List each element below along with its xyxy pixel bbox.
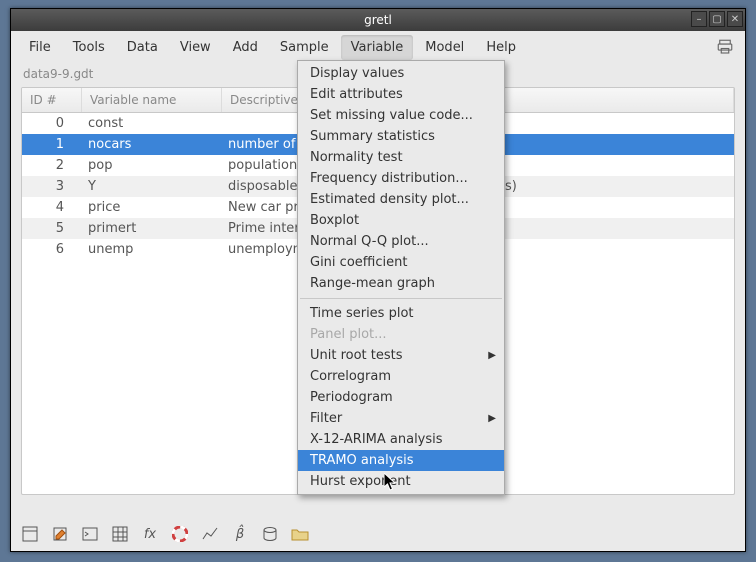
col-name[interactable]: Variable name: [82, 88, 222, 112]
cell-name: const: [82, 116, 222, 131]
menu-item-unit-root-tests[interactable]: Unit root tests▶: [298, 345, 504, 366]
cell-name: unemp: [82, 242, 222, 257]
menu-item-edit-attributes[interactable]: Edit attributes: [298, 84, 504, 105]
calculator-icon[interactable]: [21, 525, 39, 543]
menu-item-panel-plot: Panel plot...: [298, 324, 504, 345]
cell-name: Y: [82, 179, 222, 194]
menu-item-gini-coefficient[interactable]: Gini coefficient: [298, 252, 504, 273]
cell-id: 3: [22, 179, 82, 194]
submenu-arrow-icon: ▶: [488, 350, 496, 361]
cell-id: 1: [22, 137, 82, 152]
window-title: gretl: [364, 13, 392, 27]
menu-item-range-mean-graph[interactable]: Range-mean graph: [298, 273, 504, 294]
menu-item-display-values[interactable]: Display values: [298, 63, 504, 84]
menu-sample[interactable]: Sample: [270, 35, 339, 60]
menubar: FileToolsDataViewAddSampleVariableModelH…: [11, 31, 745, 63]
cell-id: 5: [22, 221, 82, 236]
menu-item-set-missing-value-code[interactable]: Set missing value code...: [298, 105, 504, 126]
fx-icon[interactable]: fx: [141, 525, 159, 543]
edit-icon[interactable]: [51, 525, 69, 543]
print-icon[interactable]: [715, 38, 737, 56]
menu-item-frequency-distribution[interactable]: Frequency distribution...: [298, 168, 504, 189]
menu-variable[interactable]: Variable: [341, 35, 414, 60]
titlebar: gretl – ▢ ✕: [11, 9, 745, 31]
menu-item-boxplot[interactable]: Boxplot: [298, 210, 504, 231]
menu-help[interactable]: Help: [476, 35, 526, 60]
menu-item-estimated-density-plot[interactable]: Estimated density plot...: [298, 189, 504, 210]
database-icon[interactable]: [261, 525, 279, 543]
menu-item-periodogram[interactable]: Periodogram: [298, 387, 504, 408]
cell-id: 4: [22, 200, 82, 215]
cell-id: 0: [22, 116, 82, 131]
menu-item-summary-statistics[interactable]: Summary statistics: [298, 126, 504, 147]
submenu-arrow-icon: ▶: [488, 413, 496, 424]
cell-id: 2: [22, 158, 82, 173]
menu-model[interactable]: Model: [415, 35, 474, 60]
cell-name: price: [82, 200, 222, 215]
menu-add[interactable]: Add: [223, 35, 268, 60]
grid-icon[interactable]: [111, 525, 129, 543]
col-id[interactable]: ID #: [22, 88, 82, 112]
variable-menu-dropdown: Display valuesEdit attributesSet missing…: [297, 60, 505, 495]
maximize-button[interactable]: ▢: [709, 11, 725, 27]
folder-icon[interactable]: [291, 525, 309, 543]
menu-item-time-series-plot[interactable]: Time series plot: [298, 303, 504, 324]
minimize-button[interactable]: –: [691, 11, 707, 27]
cell-name: nocars: [82, 137, 222, 152]
bottom-toolbar: fx β̂: [21, 525, 309, 543]
terminal-icon[interactable]: [81, 525, 99, 543]
menu-item-normal-q-q-plot[interactable]: Normal Q-Q plot...: [298, 231, 504, 252]
menu-tools[interactable]: Tools: [63, 35, 115, 60]
chart-icon[interactable]: [201, 525, 219, 543]
menu-item-filter[interactable]: Filter▶: [298, 408, 504, 429]
menu-file[interactable]: File: [19, 35, 61, 60]
cell-name: primert: [82, 221, 222, 236]
menu-item-hurst-exponent[interactable]: Hurst exponent: [298, 471, 504, 492]
cell-id: 6: [22, 242, 82, 257]
menu-item-x-12-arima-analysis[interactable]: X-12-ARIMA analysis: [298, 429, 504, 450]
lifebuoy-icon[interactable]: [171, 525, 189, 543]
cell-name: pop: [82, 158, 222, 173]
menu-item-normality-test[interactable]: Normality test: [298, 147, 504, 168]
close-button[interactable]: ✕: [727, 11, 743, 27]
menu-item-correlogram[interactable]: Correlogram: [298, 366, 504, 387]
menu-data[interactable]: Data: [117, 35, 168, 60]
menu-item-tramo-analysis[interactable]: TRAMO analysis: [298, 450, 504, 471]
beta-icon[interactable]: β̂: [231, 525, 249, 543]
menu-view[interactable]: View: [170, 35, 221, 60]
